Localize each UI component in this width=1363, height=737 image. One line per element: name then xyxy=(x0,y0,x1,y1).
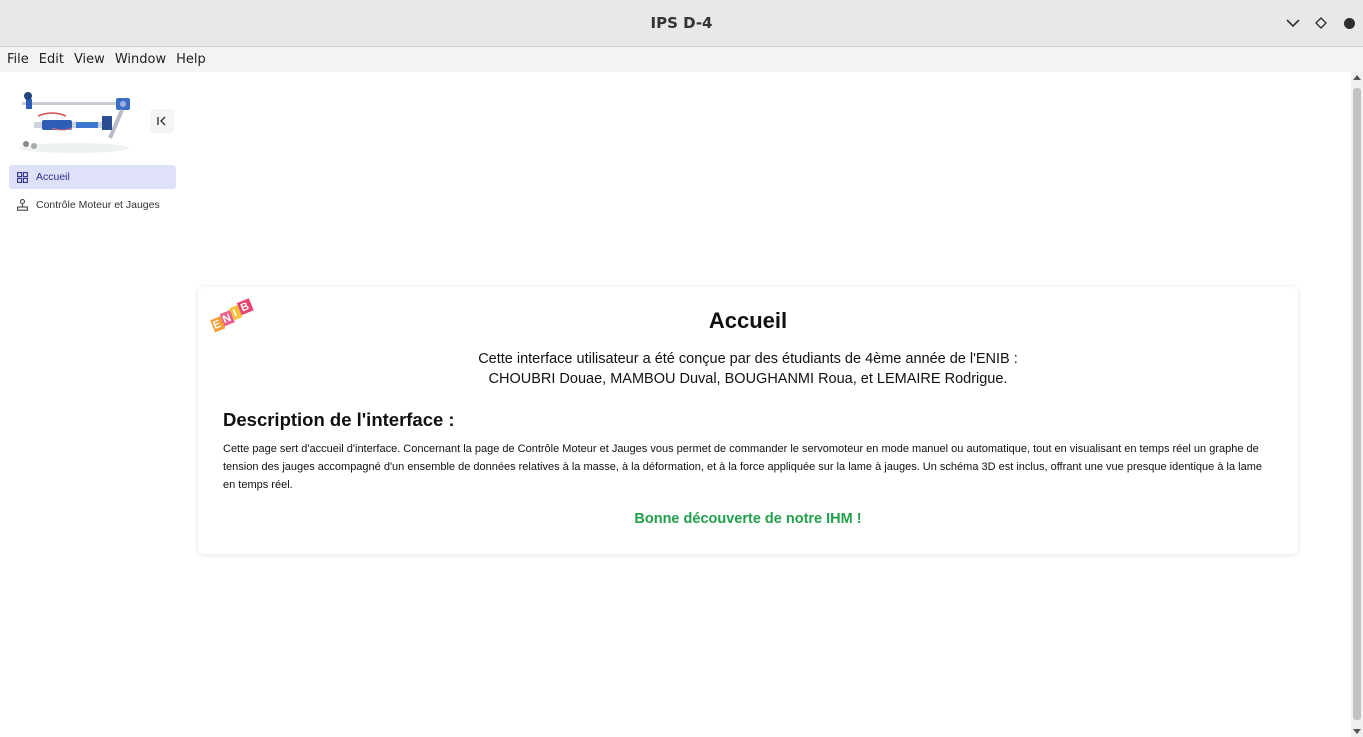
home-card: E N I B Accueil Cette interface utilisat… xyxy=(198,287,1298,554)
minimize-button[interactable] xyxy=(1283,13,1303,33)
welcome-message: Bonne découverte de notre IHM ! xyxy=(634,511,862,527)
credits-line-2: CHOUBRI Douae, MAMBOU Duval, BOUGHANMI R… xyxy=(488,371,1008,387)
chevron-down-icon xyxy=(1286,19,1300,28)
vertical-scrollbar[interactable] xyxy=(1351,72,1363,737)
maximize-button[interactable] xyxy=(1311,13,1331,33)
title-bar: IPS D-4 xyxy=(0,0,1363,47)
diamond-icon xyxy=(1315,17,1327,29)
grid-icon xyxy=(17,171,28,183)
collapse-left-icon xyxy=(157,116,166,126)
sidebar-item-label: Contrôle Moteur et Jauges xyxy=(36,199,160,211)
menu-file[interactable]: File xyxy=(2,47,34,72)
credits-line-1: Cette interface utilisateur a été conçue… xyxy=(478,351,1018,367)
menu-help[interactable]: Help xyxy=(171,47,211,72)
scroll-up-arrow-icon[interactable] xyxy=(1353,75,1361,80)
credits-text: Cette interface utilisateur a été conçue… xyxy=(198,349,1298,389)
app-logo-image xyxy=(12,86,138,156)
close-button[interactable] xyxy=(1339,13,1359,33)
page-title: Accueil xyxy=(708,308,788,333)
menu-bar: File Edit View Window Help xyxy=(0,47,1363,72)
description-text: Cette page sert d'accueil d'interface. C… xyxy=(223,443,1262,491)
sidebar-item-controle-moteur[interactable]: Contrôle Moteur et Jauges xyxy=(9,193,176,217)
close-icon xyxy=(1343,17,1355,29)
sidebar: Accueil Contrôle Moteur et Jauges xyxy=(0,72,186,737)
window-title: IPS D-4 xyxy=(650,14,713,32)
menu-edit[interactable]: Edit xyxy=(34,47,69,72)
joystick-icon xyxy=(17,199,28,211)
scroll-down-arrow-icon[interactable] xyxy=(1353,729,1361,734)
scrollbar-thumb[interactable] xyxy=(1353,88,1361,720)
sidebar-item-label: Accueil xyxy=(36,171,70,183)
description-heading: Description de l'interface : xyxy=(223,409,455,430)
collapse-sidebar-button[interactable] xyxy=(150,109,174,133)
menu-window[interactable]: Window xyxy=(110,47,171,72)
menu-view[interactable]: View xyxy=(69,47,110,72)
sidebar-item-accueil[interactable]: Accueil xyxy=(9,165,176,189)
